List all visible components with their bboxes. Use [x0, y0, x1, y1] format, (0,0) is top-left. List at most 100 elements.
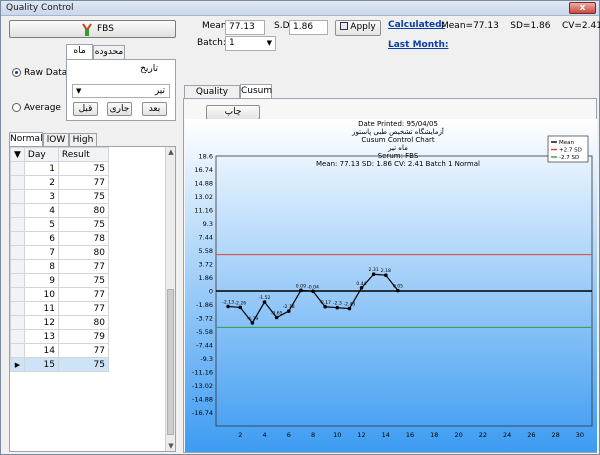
cell-day[interactable]: 15 [23, 357, 59, 372]
row-header[interactable] [10, 301, 25, 316]
cell-result[interactable]: 77 [57, 175, 109, 190]
close-button[interactable]: x [569, 2, 596, 14]
cell-day[interactable]: 2 [23, 175, 59, 190]
tab-quality-control[interactable]: Quality Control [184, 85, 240, 110]
tab-cusum[interactable]: Cusum [240, 84, 272, 99]
cell-result[interactable]: 75 [57, 189, 109, 204]
cell-result[interactable]: 79 [57, 329, 109, 344]
title-bar[interactable]: Quality Control x [1, 1, 599, 16]
x-tick-label: 30 [576, 431, 584, 439]
cell-day[interactable]: 12 [23, 315, 59, 330]
batch-select[interactable]: 1 ▼ [225, 36, 276, 51]
row-header[interactable] [10, 189, 25, 204]
cell-result[interactable]: 77 [57, 343, 109, 358]
results-grid[interactable]: ▼ Day Result 1 75 2 77 3 75 4 80 5 75 6 78 7 80 8 77 9 75… [9, 146, 176, 452]
row-header[interactable] [10, 245, 25, 260]
data-label: 2.18 [381, 268, 391, 274]
row-header[interactable] [10, 315, 25, 330]
last-month-link[interactable]: Last Month: [388, 40, 448, 50]
table-row[interactable]: 13 79 [10, 329, 109, 344]
next-button[interactable]: بعد [142, 102, 167, 116]
table-row[interactable]: 7 80 [10, 245, 109, 260]
table-row[interactable]: 1 75 [10, 161, 109, 176]
table-row[interactable]: 4 80 [10, 203, 109, 218]
cell-day[interactable]: 14 [23, 343, 59, 358]
row-header[interactable] [10, 203, 25, 218]
window-title: Quality Control [6, 3, 74, 13]
table-row[interactable]: 8 77 [10, 259, 109, 274]
cell-day[interactable]: 4 [23, 203, 59, 218]
table-row[interactable]: 11 77 [10, 301, 109, 316]
table-row[interactable]: 14 77 [10, 343, 109, 358]
scroll-thumb[interactable] [167, 289, 174, 435]
y-tick-label: 1.86 [199, 274, 213, 282]
row-header[interactable] [10, 161, 25, 176]
row-header[interactable] [10, 287, 25, 302]
row-header[interactable] [10, 343, 25, 358]
cell-day[interactable]: 6 [23, 231, 59, 246]
current-button[interactable]: جاری [107, 102, 132, 116]
prev-button[interactable]: قبل [73, 102, 98, 116]
cell-day[interactable]: 5 [23, 217, 59, 232]
row-header[interactable] [10, 175, 25, 190]
cell-result[interactable]: 75 [57, 273, 109, 288]
cell-day[interactable]: 8 [23, 259, 59, 274]
cell-result[interactable]: 75 [57, 161, 109, 176]
cell-result[interactable]: 80 [57, 203, 109, 218]
cell-result[interactable]: 77 [57, 259, 109, 274]
tab-range[interactable]: محدوده [93, 45, 125, 59]
cell-day[interactable]: 7 [23, 245, 59, 260]
data-label: 0.05 [393, 284, 403, 290]
cell-result[interactable]: 77 [57, 301, 109, 316]
average-radio[interactable] [12, 103, 21, 112]
y-tick-label: -14.88 [192, 396, 213, 404]
row-header[interactable] [10, 217, 25, 232]
cell-day[interactable]: 13 [23, 329, 59, 344]
tab-month[interactable]: ماه [66, 44, 93, 59]
cell-result[interactable]: 78 [57, 231, 109, 246]
print-button[interactable]: چاپ [206, 105, 260, 120]
column-header-result[interactable]: Result [57, 147, 109, 162]
cell-result[interactable]: 75 [57, 357, 109, 372]
cell-result[interactable]: 77 [57, 287, 109, 302]
y-tick-label: -1.86 [196, 301, 213, 309]
row-header[interactable]: ▶ [10, 357, 25, 372]
cell-result[interactable]: 80 [57, 315, 109, 330]
table-row[interactable]: ▶ 15 75 [10, 357, 109, 372]
sd-input[interactable]: 1.86 [289, 20, 328, 35]
grid-scrollbar[interactable]: ▲ ▼ [165, 147, 175, 451]
column-header-day[interactable]: Day [23, 147, 59, 162]
month-line: ماه تیر [387, 144, 408, 152]
row-header[interactable] [10, 329, 25, 344]
table-row[interactable]: 12 80 [10, 315, 109, 330]
cell-day[interactable]: 10 [23, 287, 59, 302]
cell-day[interactable]: 1 [23, 161, 59, 176]
table-row[interactable]: 3 75 [10, 189, 109, 204]
y-tick-label: -16.74 [192, 409, 213, 417]
cell-day[interactable]: 3 [23, 189, 59, 204]
mean-input[interactable]: 77.13 [225, 20, 265, 35]
tab-low[interactable]: lOW [43, 133, 69, 147]
row-header[interactable] [10, 259, 25, 274]
month-select[interactable]: ▼ تیر [72, 84, 170, 98]
cell-result[interactable]: 80 [57, 245, 109, 260]
table-row[interactable]: 9 75 [10, 273, 109, 288]
cell-result[interactable]: 75 [57, 217, 109, 232]
row-header[interactable] [10, 231, 25, 246]
fbs-button[interactable]: FBS [9, 20, 176, 38]
table-row[interactable]: 10 77 [10, 287, 109, 302]
cell-day[interactable]: 11 [23, 301, 59, 316]
table-row[interactable]: 6 78 [10, 231, 109, 246]
tab-normal[interactable]: Normal [9, 132, 43, 147]
table-row[interactable]: 5 75 [10, 217, 109, 232]
apply-button[interactable]: Apply [335, 20, 381, 36]
apply-label: Apply [350, 22, 376, 32]
calculated-link[interactable]: Calculated: [388, 20, 445, 30]
table-row[interactable]: 2 77 [10, 175, 109, 190]
scroll-down-icon[interactable]: ▼ [166, 441, 176, 451]
raw-data-radio[interactable] [12, 68, 21, 77]
cell-day[interactable]: 9 [23, 273, 59, 288]
row-header[interactable] [10, 273, 25, 288]
tab-high[interactable]: High [69, 133, 97, 147]
scroll-up-icon[interactable]: ▲ [166, 147, 176, 157]
